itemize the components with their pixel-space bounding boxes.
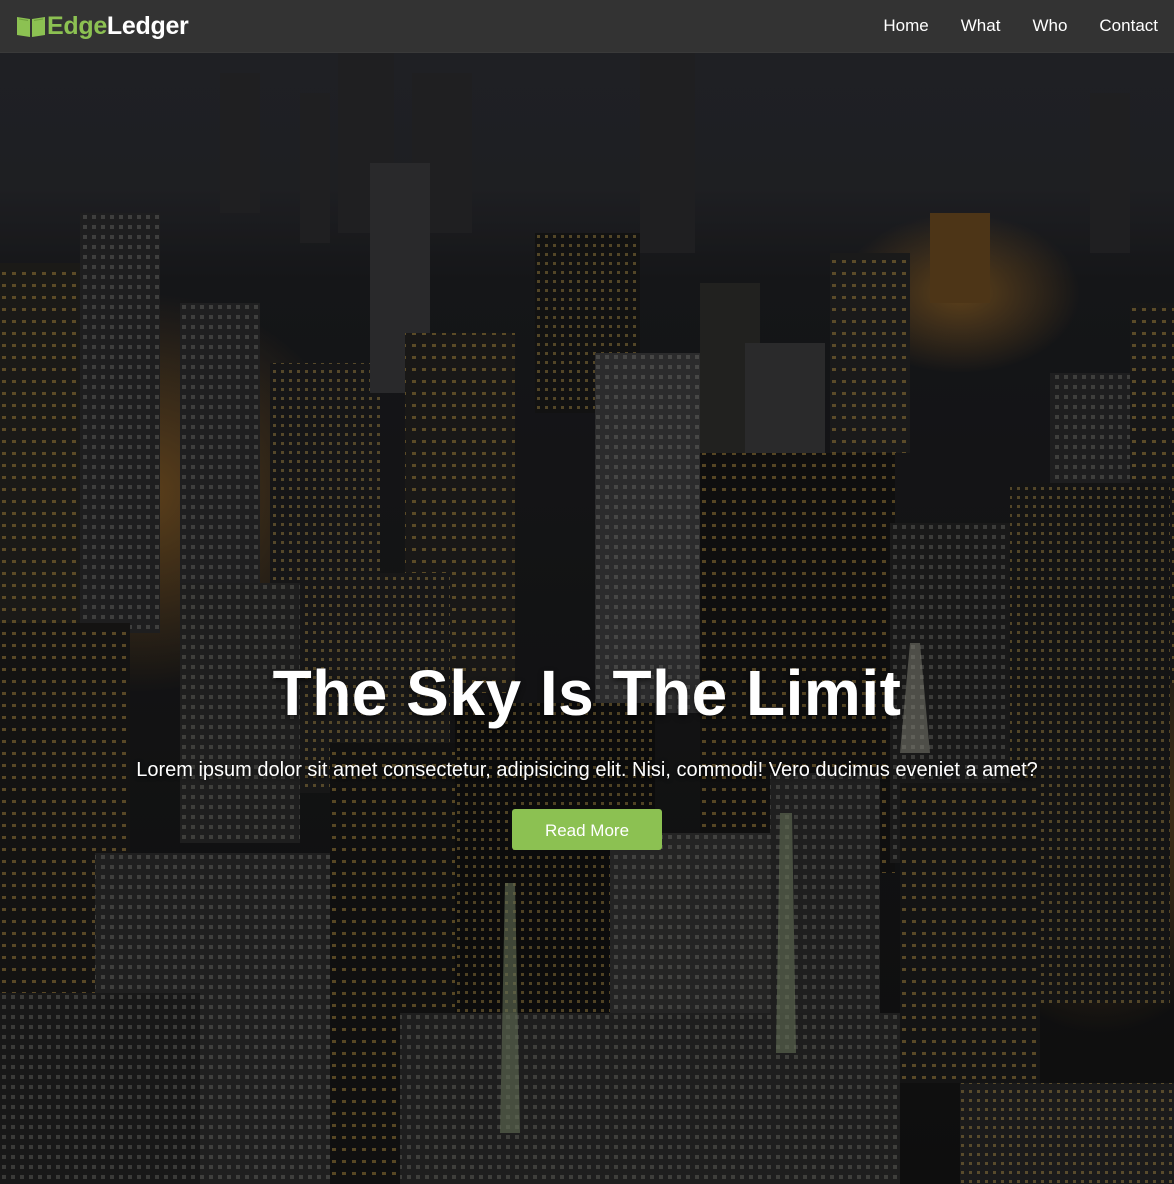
hero-title: The Sky Is The Limit — [272, 657, 902, 729]
nav-link-home[interactable]: Home — [883, 16, 928, 35]
nav-link-who[interactable]: Who — [1032, 16, 1067, 35]
hero-text: Lorem ipsum dolor sit amet consectetur, … — [136, 759, 1038, 781]
hero-content: The Sky Is The Limit Lorem ipsum dolor s… — [0, 653, 1174, 850]
brand-logo[interactable]: Edge Ledger — [16, 11, 189, 41]
nav-link-what[interactable]: What — [961, 16, 1001, 35]
nav-link-contact[interactable]: Contact — [1099, 16, 1158, 35]
nav-item-contact: Contact — [1099, 16, 1158, 36]
nav-item-what: What — [961, 16, 1001, 36]
brand-name-part1: Edge — [47, 11, 107, 40]
navbar: Edge Ledger Home What Who Contact — [0, 0, 1174, 53]
nav-item-home: Home — [883, 16, 928, 36]
read-more-button[interactable]: Read More — [512, 809, 662, 850]
hero-overlay — [0, 53, 1174, 1184]
brand-name-part2: Ledger — [106, 11, 189, 40]
book-icon — [17, 17, 45, 37]
nav-item-who: Who — [1032, 16, 1067, 36]
hero-section: The Sky Is The Limit Lorem ipsum dolor s… — [0, 53, 1174, 1184]
nav-menu: Home What Who Contact — [851, 16, 1158, 36]
